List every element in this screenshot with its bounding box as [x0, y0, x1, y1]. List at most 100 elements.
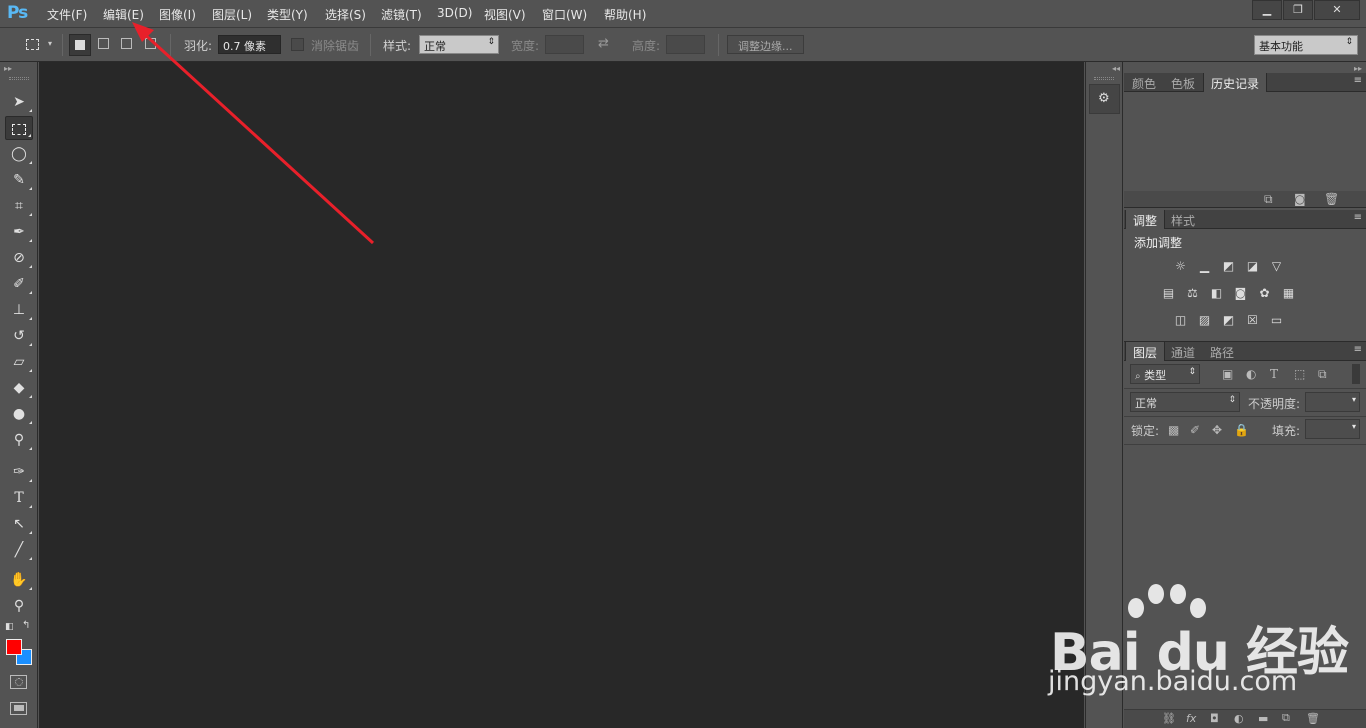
panel-menu-icon[interactable]: ≡ — [1354, 75, 1362, 86]
delete-layer-icon[interactable]: 🗑 — [1306, 712, 1320, 725]
channel-mixer-icon[interactable]: ✿ — [1257, 287, 1272, 300]
tab-swatches[interactable]: 色板 — [1164, 73, 1202, 92]
screen-mode-icon[interactable] — [10, 702, 27, 715]
clone-stamp-tool-icon[interactable]: ⊥ — [5, 298, 33, 322]
color-balance-icon[interactable]: ⚖ — [1185, 287, 1200, 300]
collapse-icon[interactable]: ◂◂ — [1112, 64, 1120, 73]
tab-adjustments[interactable]: 调整 — [1125, 210, 1166, 229]
swap-colors-icon[interactable]: ↰ — [22, 620, 30, 631]
style-select[interactable]: 正常 ⇕ — [419, 35, 499, 54]
vibrance-icon[interactable]: ▽ — [1269, 260, 1284, 273]
minimize-button[interactable]: ▁ — [1252, 0, 1282, 20]
trash-icon[interactable]: 🗑 — [1324, 192, 1339, 206]
invert-icon[interactable]: ◫ — [1173, 314, 1188, 327]
color-lookup-icon[interactable]: ▦ — [1281, 287, 1296, 300]
history-brush-tool-icon[interactable]: ↺ — [5, 324, 33, 348]
menu-help[interactable]: 帮助(H) — [604, 6, 646, 23]
black-white-icon[interactable]: ◧ — [1209, 287, 1224, 300]
line-tool-icon[interactable]: ╱ — [5, 538, 33, 562]
pen-tool-icon[interactable]: ✑ — [5, 460, 33, 484]
layers-list[interactable] — [1124, 445, 1366, 709]
rect-marquee-tool-icon[interactable] — [5, 116, 33, 140]
new-selection-mode[interactable] — [69, 34, 91, 56]
filter-adjustment-icon[interactable]: ◐ — [1246, 367, 1256, 381]
height-input[interactable] — [666, 35, 705, 54]
filter-shape-icon[interactable]: ⬚ — [1294, 367, 1305, 381]
posterize-icon[interactable]: ▨ — [1197, 314, 1212, 327]
filter-smart-object-icon[interactable]: ⧉ — [1318, 367, 1327, 382]
quick-mask-icon[interactable] — [10, 675, 27, 689]
dodge-tool-icon[interactable]: ⚲ — [5, 428, 33, 452]
opacity-input[interactable]: ▾ — [1305, 392, 1360, 412]
hand-tool-icon[interactable]: ✋ — [5, 568, 33, 592]
path-select-tool-icon[interactable]: ↖ — [5, 512, 33, 536]
filter-pixel-icon[interactable]: ▣ — [1222, 367, 1233, 381]
menu-window[interactable]: 窗口(W) — [542, 6, 587, 23]
restore-button[interactable]: ❐ — [1283, 0, 1313, 20]
filter-toggle[interactable] — [1352, 364, 1360, 384]
grip-icon[interactable] — [1094, 77, 1114, 80]
collapse-icon[interactable]: ▸▸ — [1354, 64, 1362, 73]
chevron-down-icon[interactable]: ▾ — [48, 39, 52, 48]
fx-icon[interactable]: fx — [1186, 712, 1196, 725]
lasso-tool-icon[interactable]: ◯ — [5, 142, 33, 166]
link-layers-icon[interactable]: ⛓ — [1162, 712, 1176, 725]
brush-tool-icon[interactable]: ✐ — [5, 272, 33, 296]
panel-menu-icon[interactable]: ≡ — [1354, 344, 1362, 355]
tab-styles[interactable]: 样式 — [1164, 210, 1202, 229]
default-colors-icon[interactable]: ◧ — [5, 622, 14, 632]
grip-icon[interactable] — [9, 77, 29, 80]
menu-view[interactable]: 视图(V) — [484, 6, 526, 23]
type-tool-icon[interactable]: T — [5, 486, 33, 510]
lock-transparent-icon[interactable]: ▩ — [1168, 423, 1179, 437]
paint-bucket-tool-icon[interactable]: ◆ — [5, 376, 33, 400]
swap-dimensions-icon[interactable]: ⇄ — [598, 36, 609, 51]
tab-layers[interactable]: 图层 — [1125, 342, 1166, 361]
zoom-tool-icon[interactable]: ⚲ — [5, 594, 33, 618]
refine-edge-button[interactable]: 调整边缘... — [727, 35, 804, 54]
panel-menu-icon[interactable]: ≡ — [1354, 212, 1362, 223]
lock-position-icon[interactable]: ✥ — [1212, 423, 1222, 437]
brightness-icon[interactable]: ☼ — [1173, 260, 1188, 273]
tab-channels[interactable]: 通道 — [1164, 342, 1202, 361]
workspace-select[interactable]: 基本功能 ⇕ — [1254, 35, 1358, 55]
hue-saturation-icon[interactable]: ▤ — [1161, 287, 1176, 300]
layer-filter-select[interactable]: ⌕ 类型 ⇕ — [1130, 364, 1200, 384]
gradient-map-icon[interactable]: ▭ — [1269, 314, 1284, 327]
eraser-tool-icon[interactable]: ▱ — [5, 350, 33, 374]
eyedropper-tool-icon[interactable]: ✒ — [5, 220, 33, 244]
menu-file[interactable]: 文件(F) — [47, 6, 87, 23]
new-layer-icon[interactable]: ⧉ — [1282, 711, 1290, 725]
levels-icon[interactable]: ▁ — [1197, 260, 1212, 273]
lock-pixels-icon[interactable]: ✐ — [1190, 423, 1200, 437]
close-button[interactable]: ✕ — [1314, 0, 1360, 20]
lock-all-icon[interactable]: 🔒 — [1234, 423, 1249, 437]
quick-select-tool-icon[interactable]: ✎ — [5, 168, 33, 192]
new-adjustment-icon[interactable]: ◐ — [1234, 712, 1244, 725]
marquee-preset-icon[interactable] — [26, 39, 39, 50]
threshold-icon[interactable]: ◩ — [1221, 314, 1236, 327]
add-mask-icon[interactable]: ◘ — [1210, 712, 1219, 725]
tab-history[interactable]: 历史记录 — [1203, 73, 1268, 92]
fill-input[interactable]: ▾ — [1305, 419, 1360, 439]
properties-dock-button[interactable]: ⚙ — [1089, 84, 1120, 114]
collapse-icon[interactable]: ▸▸ — [4, 64, 12, 73]
curves-icon[interactable]: ◩ — [1221, 260, 1236, 273]
blend-mode-select[interactable]: 正常 ⇕ — [1130, 392, 1240, 412]
selective-color-icon[interactable]: ☒ — [1245, 314, 1260, 327]
blur-tool-icon[interactable]: ● — [5, 402, 33, 426]
filter-type-icon[interactable]: T — [1270, 367, 1278, 381]
snapshot-camera-icon[interactable]: ◙ — [1294, 192, 1306, 206]
new-group-icon[interactable]: ▬ — [1258, 712, 1268, 725]
crop-tool-icon[interactable]: ⌗ — [5, 194, 33, 218]
new-document-icon[interactable]: ⧉ — [1264, 192, 1273, 207]
add-selection-icon[interactable] — [98, 38, 109, 49]
healing-brush-tool-icon[interactable]: ⊘ — [5, 246, 33, 270]
exposure-icon[interactable]: ◪ — [1245, 260, 1260, 273]
menu-3d[interactable]: 3D(D) — [437, 6, 472, 20]
foreground-color-swatch[interactable] — [6, 639, 22, 655]
tab-paths[interactable]: 路径 — [1203, 342, 1241, 361]
tab-color[interactable]: 颜色 — [1125, 73, 1163, 92]
photo-filter-icon[interactable]: ◙ — [1233, 287, 1248, 300]
move-tool-icon[interactable]: ➤ — [5, 90, 33, 114]
